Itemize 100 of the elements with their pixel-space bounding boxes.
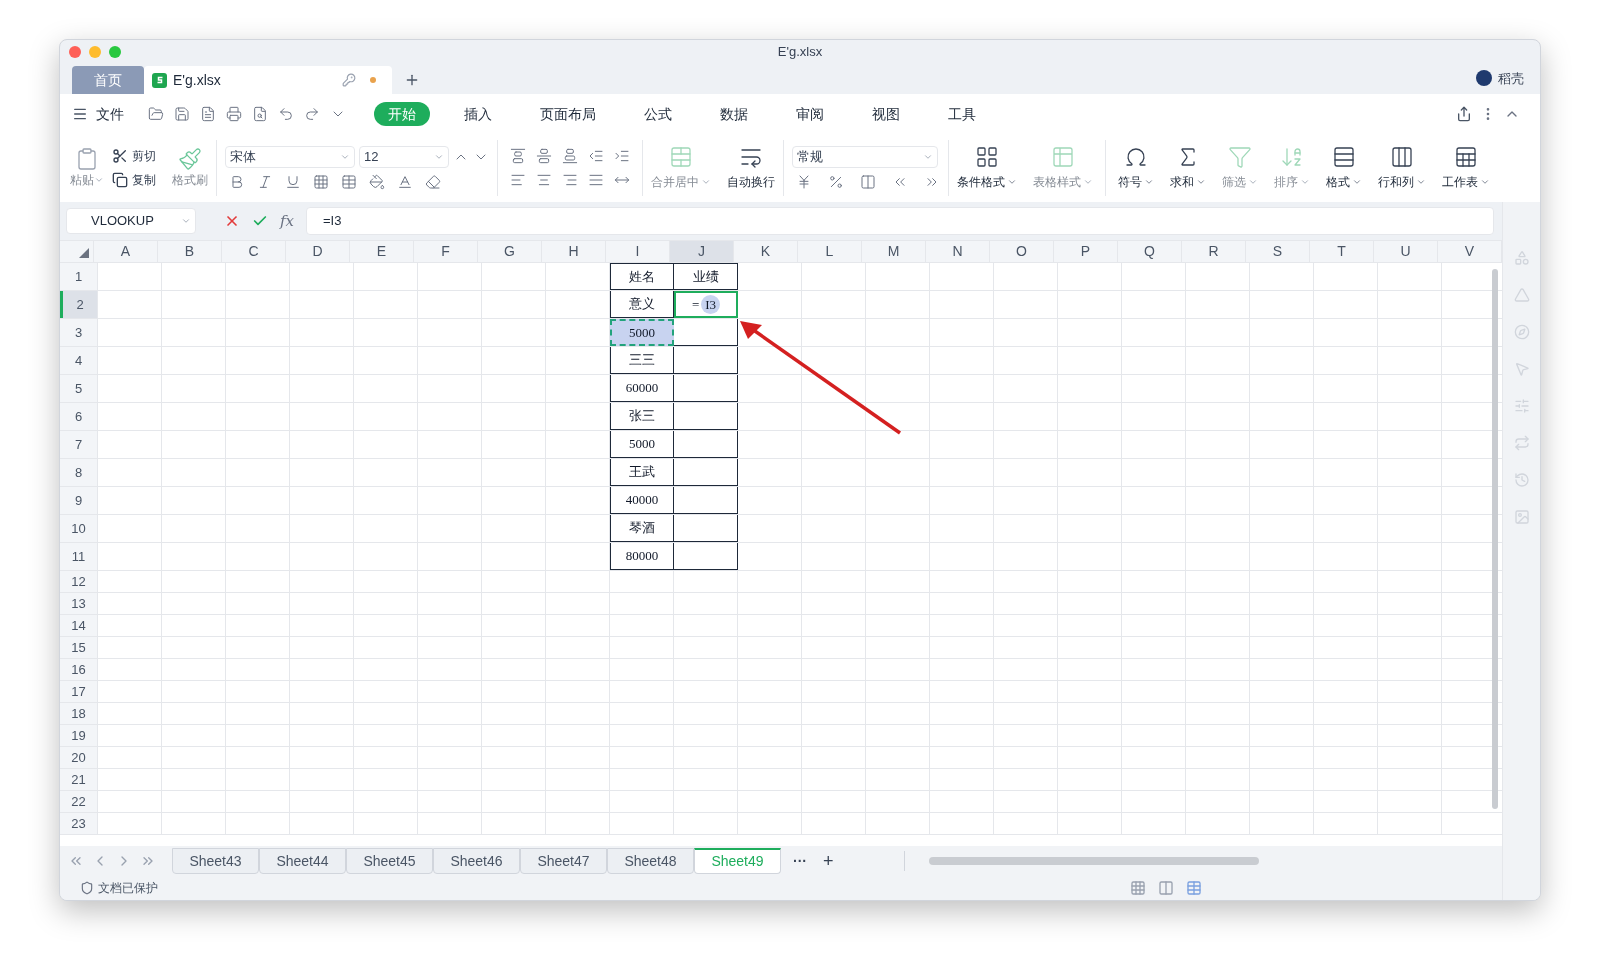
ribbon-button[interactable]: 条件格式 [949, 145, 1025, 191]
empty-cell[interactable] [674, 459, 738, 486]
empty-cell[interactable] [674, 487, 738, 514]
pdf-icon[interactable] [200, 106, 216, 122]
sheet-tab[interactable]: Sheet48 [607, 848, 694, 874]
sheet-tab[interactable]: Sheet45 [346, 848, 433, 874]
cut-button[interactable]: 剪切 [112, 147, 156, 165]
empty-cell[interactable] [674, 431, 738, 458]
column-header[interactable]: H [542, 241, 606, 262]
column-header[interactable]: E [350, 241, 414, 262]
row-header[interactable]: 2 [60, 291, 98, 318]
function-button[interactable]: fx [280, 209, 294, 233]
row-header[interactable]: 6 [60, 403, 98, 430]
clear-icon[interactable] [425, 174, 441, 190]
column-header[interactable]: D [286, 241, 350, 262]
column-header[interactable]: M [862, 241, 926, 262]
ribbon-button[interactable]: 自动换行 [719, 145, 783, 191]
underline-icon[interactable] [285, 174, 301, 190]
column-header[interactable]: P [1054, 241, 1118, 262]
outdent-icon[interactable] [588, 148, 604, 164]
ribbon-tab[interactable]: 工具 [934, 102, 990, 126]
formula-field[interactable]: =I3 [306, 207, 1494, 235]
page-break-view-icon[interactable] [1186, 880, 1202, 896]
document-tab[interactable]: E'g.xlsx [144, 66, 392, 94]
row-header[interactable]: 10 [60, 515, 98, 542]
column-header[interactable]: G [478, 241, 542, 262]
ribbon-button[interactable]: 求和 [1162, 145, 1214, 191]
number-format-dropdown[interactable]: 常规 [792, 146, 938, 168]
percent-icon[interactable] [828, 174, 844, 190]
ribbon-tab[interactable]: 公式 [630, 102, 686, 126]
column-header[interactable]: J [670, 241, 734, 262]
row-header[interactable]: 15 [60, 637, 98, 658]
column-header[interactable]: L [798, 241, 862, 262]
column-header[interactable]: C [222, 241, 286, 262]
row-header[interactable]: 5 [60, 375, 98, 402]
column-header[interactable]: V [1438, 241, 1502, 262]
table-cell[interactable]: 5000 [610, 319, 674, 346]
font-color-icon[interactable] [397, 174, 413, 190]
empty-cell[interactable] [674, 515, 738, 542]
table-cell[interactable]: 80000 [610, 543, 674, 570]
empty-cell[interactable] [674, 403, 738, 430]
table-cell[interactable]: 姓名 [610, 263, 674, 290]
empty-cell[interactable] [674, 543, 738, 570]
row-header[interactable]: 12 [60, 571, 98, 592]
share-icon[interactable] [1456, 106, 1472, 122]
redo-icon[interactable] [304, 106, 320, 122]
align-center-icon[interactable] [536, 172, 552, 188]
row-header[interactable]: 20 [60, 747, 98, 768]
column-header[interactable]: O [990, 241, 1054, 262]
vertical-scrollbar[interactable] [1492, 269, 1498, 809]
ribbon-tab[interactable]: 页面布局 [526, 102, 610, 126]
column-header[interactable]: K [734, 241, 798, 262]
table-cell[interactable]: 意义 [610, 291, 674, 318]
undo-icon[interactable] [278, 106, 294, 122]
currency-icon[interactable] [796, 174, 812, 190]
row-header[interactable]: 1 [60, 263, 98, 290]
row-header[interactable]: 23 [60, 813, 98, 834]
table-cell[interactable]: 40000 [610, 487, 674, 514]
fill-color-icon[interactable] [369, 174, 385, 190]
bold-icon[interactable] [229, 174, 245, 190]
column-header[interactable]: I [606, 241, 670, 262]
column-header[interactable]: S [1246, 241, 1310, 262]
row-header[interactable]: 21 [60, 769, 98, 790]
align-bottom-icon[interactable] [562, 148, 578, 164]
empty-cell[interactable] [674, 347, 738, 374]
normal-view-icon[interactable] [1130, 880, 1146, 896]
ribbon-button[interactable]: 符号 [1110, 145, 1162, 191]
column-header[interactable]: T [1310, 241, 1374, 262]
row-header[interactable]: 17 [60, 681, 98, 702]
table-cell[interactable]: 5000 [610, 431, 674, 458]
table-cell[interactable]: 三三 [610, 347, 674, 374]
user-name[interactable]: 稻壳 [1498, 68, 1524, 88]
ribbon-tab[interactable]: 插入 [450, 102, 506, 126]
copy-button[interactable]: 复制 [112, 171, 156, 189]
row-header[interactable]: 8 [60, 459, 98, 486]
justify-icon[interactable] [588, 172, 604, 188]
ribbon-button[interactable]: 工作表 [1434, 145, 1498, 191]
column-header[interactable]: U [1374, 241, 1438, 262]
row-header[interactable]: 4 [60, 347, 98, 374]
ribbon-tab[interactable]: 数据 [706, 102, 762, 126]
column-header[interactable]: B [158, 241, 222, 262]
file-menu[interactable]: 文件 [96, 103, 124, 125]
column-header[interactable]: A [94, 241, 158, 262]
row-header[interactable]: 19 [60, 725, 98, 746]
horizontal-scrollbar[interactable] [928, 857, 1259, 865]
select-all-icon[interactable] [79, 248, 89, 258]
table-cell[interactable]: 60000 [610, 375, 674, 402]
table-cell[interactable]: 琴酒 [610, 515, 674, 542]
cancel-icon[interactable] [224, 213, 240, 229]
row-header[interactable]: 18 [60, 703, 98, 724]
borders-icon[interactable] [313, 174, 329, 190]
preview-icon[interactable] [252, 106, 268, 122]
ribbon-tab[interactable]: 视图 [858, 102, 914, 126]
align-middle-icon[interactable] [536, 148, 552, 164]
empty-cell[interactable] [674, 375, 738, 402]
align-top-icon[interactable] [510, 148, 526, 164]
font-name-dropdown[interactable]: 宋体 [225, 146, 355, 168]
row-header[interactable]: 7 [60, 431, 98, 458]
name-box[interactable]: VLOOKUP [66, 208, 196, 234]
column-header[interactable]: F [414, 241, 478, 262]
